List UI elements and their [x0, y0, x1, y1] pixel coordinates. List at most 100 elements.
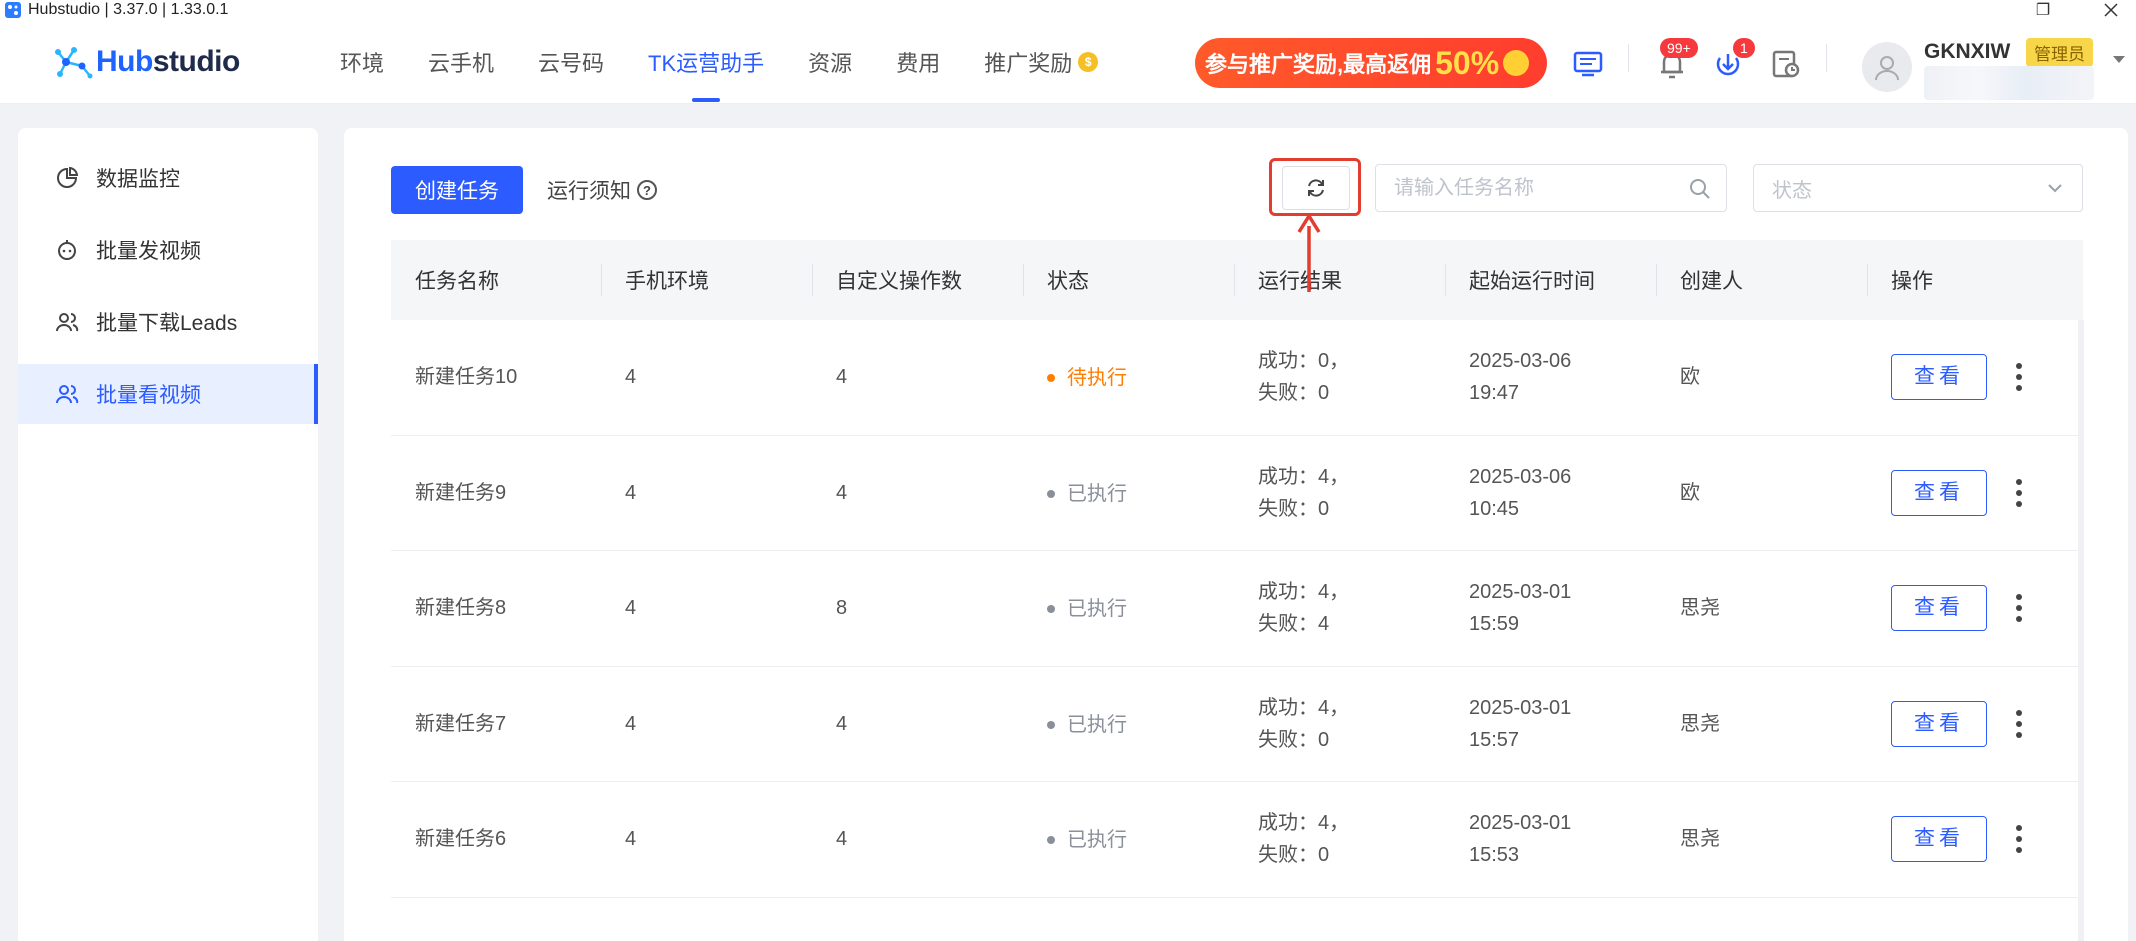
task-status: 已执行 [1023, 822, 1234, 856]
table-row: 新建任务10 4 4 待执行 成功：0， 失败：0 2025-03-06 19:47… [391, 320, 2083, 436]
more-options-icon[interactable] [2007, 585, 2031, 631]
row-actions: 查看 [1867, 469, 2083, 516]
start-time: 2025-03-01 15:57 [1469, 696, 1572, 751]
robot-icon [54, 237, 80, 263]
notification-count-badge: 99+ [1660, 38, 1698, 58]
logo-text: Hubstudio [96, 45, 240, 78]
run-notice-link[interactable]: 运行须知 ? [547, 166, 657, 214]
run-result: 成功：0， 失败：0 [1258, 350, 1350, 405]
start-time: 2025-03-01 15:53 [1469, 812, 1572, 867]
nav-item-cloud-number[interactable]: 云号码 [538, 20, 604, 104]
column-header-run-result: 运行结果 [1234, 240, 1445, 320]
phone-env-count: 4 [625, 481, 637, 504]
users-icon [54, 381, 80, 407]
view-button[interactable]: 查看 [1891, 816, 1987, 863]
header-divider [1628, 44, 1629, 72]
view-button[interactable]: 查看 [1891, 585, 1987, 632]
sidebar-item-batch-post-video[interactable]: 批量发视频 [18, 220, 318, 280]
status-filter-select[interactable]: 状态 [1753, 164, 2083, 212]
row-actions: 查看 [1867, 585, 2083, 632]
nav-item-billing[interactable]: 费用 [896, 20, 940, 104]
app-header: Hubstudio 环境 云手机 云号码 TK运营助手 资源 费用 推广奖励 $… [0, 20, 2136, 104]
task-status: 已执行 [1023, 591, 1234, 625]
table-row: 新建任务6 4 4 已执行 成功：4， 失败：0 2025-03-01 15:53 … [391, 782, 2083, 898]
run-result: 成功：4， 失败：0 [1258, 696, 1350, 751]
search-icon[interactable] [1688, 177, 1712, 206]
task-status: 待执行 [1023, 360, 1234, 394]
users-icon [54, 309, 80, 335]
refresh-icon [1308, 179, 1324, 197]
restore-window-icon[interactable]: ❐ [2028, 0, 2058, 20]
phone-env-count: 4 [625, 597, 637, 620]
status-filter-placeholder: 状态 [1772, 179, 1812, 202]
run-result: 成功：4， 失败：0 [1258, 812, 1350, 867]
refresh-button[interactable] [1282, 166, 1350, 210]
help-circle-icon: ? [637, 180, 657, 200]
tutorial-icon[interactable] [1570, 46, 1606, 82]
table-scrollbar[interactable] [2078, 320, 2084, 941]
username[interactable]: GKNXIW [1924, 40, 2010, 64]
creator: 欧 [1680, 481, 1700, 504]
close-window-icon[interactable] [2096, 0, 2126, 20]
download-count-badge: 1 [1733, 38, 1755, 58]
row-actions: 查看 [1867, 700, 2083, 747]
column-header-creator: 创建人 [1656, 240, 1867, 320]
window-titlebar: Hubstudio | 3.37.0 | 1.33.0.1 ❐ [0, 0, 2136, 20]
more-options-icon[interactable] [2007, 470, 2031, 516]
view-button[interactable]: 查看 [1891, 354, 1987, 401]
sidebar-item-batch-download-leads[interactable]: 批量下载Leads [18, 292, 318, 352]
table-header: 任务名称 手机环境 自定义操作数 状态 运行结果 起始运行时间 创建人 操作 [391, 240, 2083, 320]
view-button[interactable]: 查看 [1891, 469, 1987, 516]
column-header-phone-env: 手机环境 [601, 240, 812, 320]
run-result: 成功：4， 失败：4 [1258, 581, 1350, 636]
sidebar-item-label: 数据监控 [96, 168, 180, 191]
more-options-icon[interactable] [2007, 701, 2031, 747]
avatar[interactable] [1862, 42, 1912, 92]
chevron-down-icon[interactable] [2112, 52, 2126, 70]
nav-item-tk-assistant[interactable]: TK运营助手 [648, 20, 764, 104]
column-header-custom-ops: 自定义操作数 [812, 240, 1023, 320]
nav-item-environment[interactable]: 环境 [340, 20, 384, 104]
start-time: 2025-03-06 19:47 [1469, 350, 1572, 405]
task-search-field[interactable] [1375, 164, 1727, 212]
creator: 思尧 [1680, 712, 1720, 735]
task-name: 新建任务6 [415, 828, 507, 851]
task-status: 已执行 [1023, 476, 1234, 510]
phone-env-count: 4 [625, 828, 637, 851]
task-search-input[interactable] [1394, 176, 1684, 200]
role-badge: 管理员 [2026, 38, 2093, 67]
table-row: 新建任务7 4 4 已执行 成功：4， 失败：0 2025-03-01 15:57 … [391, 667, 2083, 782]
sidebar-item-data-monitor[interactable]: 数据监控 [18, 148, 318, 208]
molecule-icon [55, 47, 93, 79]
sidebar-item-label: 批量下载Leads [96, 312, 238, 335]
custom-ops-count: 4 [836, 366, 848, 389]
task-schedule-icon[interactable] [1768, 46, 1804, 82]
creator: 欧 [1680, 366, 1700, 389]
table-body: 新建任务10 4 4 待执行 成功：0， 失败：0 2025-03-06 19:47… [391, 320, 2083, 898]
task-name: 新建任务8 [415, 597, 507, 620]
nav-item-referral[interactable]: 推广奖励 $ [984, 20, 1099, 104]
view-button[interactable]: 查看 [1891, 700, 1987, 747]
promo-banner[interactable]: 参与推广奖励,最高返佣 50% [1195, 38, 1547, 88]
creator: 思尧 [1680, 828, 1720, 851]
task-name: 新建任务7 [415, 712, 507, 735]
column-header-task-name: 任务名称 [415, 270, 499, 293]
pie-chart-icon [54, 165, 80, 191]
sidebar-item-batch-watch-video[interactable]: 批量看视频 [18, 364, 318, 424]
nav-item-cloud-phone[interactable]: 云手机 [428, 20, 494, 104]
more-options-icon[interactable] [2007, 816, 2031, 862]
hubstudio-logo[interactable]: Hubstudio [52, 42, 240, 82]
more-options-icon[interactable] [2007, 354, 2031, 400]
row-actions: 查看 [1867, 354, 2083, 401]
sidebar: 数据监控 批量发视频 批量下载Leads 批量看视频 [18, 128, 318, 941]
nav-item-resources[interactable]: 资源 [808, 20, 852, 104]
header-divider [1826, 44, 1827, 72]
create-task-button[interactable]: 创建任务 [391, 166, 523, 214]
custom-ops-count: 4 [836, 481, 848, 504]
row-actions: 查看 [1867, 816, 2083, 863]
run-result: 成功：4， 失败：0 [1258, 465, 1350, 520]
task-name: 新建任务10 [415, 366, 518, 389]
column-header-actions: 操作 [1867, 240, 2083, 320]
phone-env-count: 4 [625, 712, 637, 735]
start-time: 2025-03-01 15:59 [1469, 581, 1572, 636]
